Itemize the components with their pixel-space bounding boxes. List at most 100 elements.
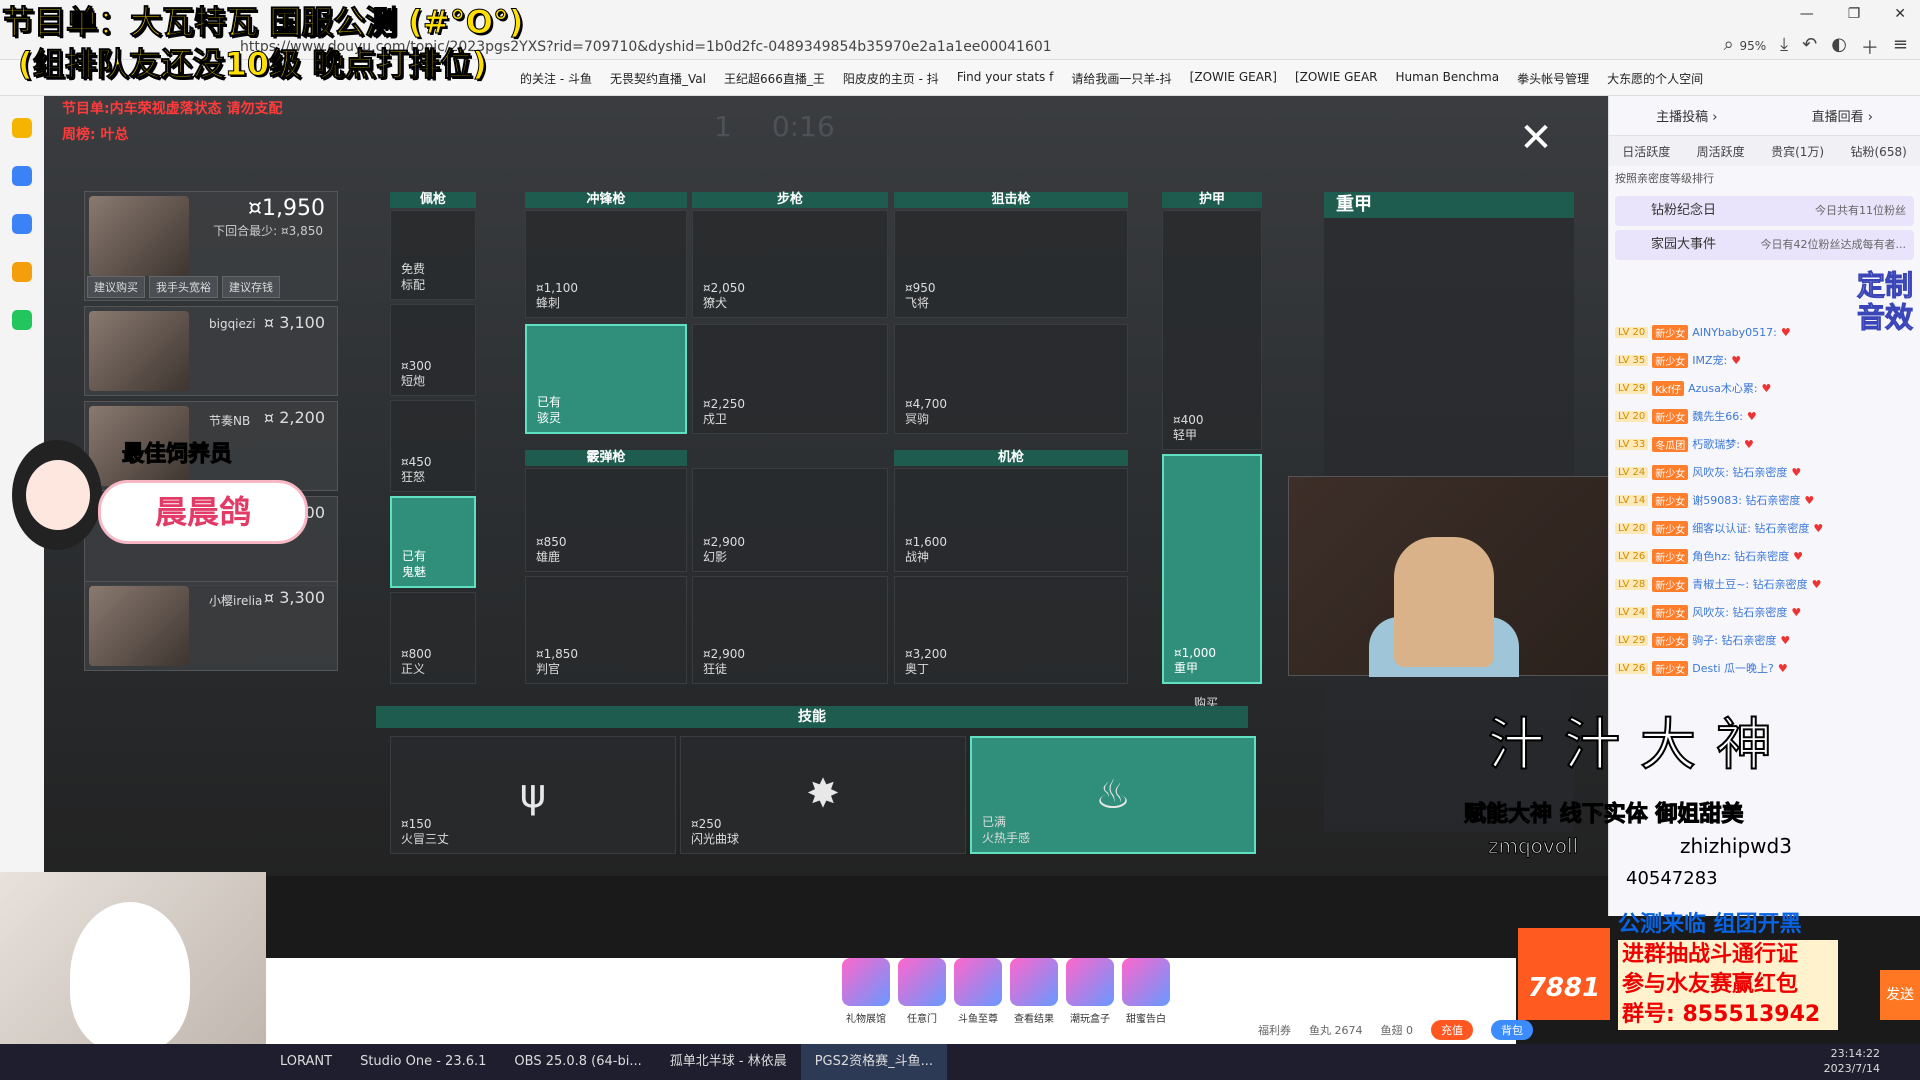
weapon-guardian[interactable]: ¤2,250 戍卫 [692,324,888,434]
ad-logo[interactable]: 7881 [1518,928,1610,1020]
chat-user[interactable]: 谢59083: 钻石亲密度 [1692,492,1800,508]
weapon-stinger[interactable]: ¤1,100 蜂刺 [525,210,687,318]
weapon-operator[interactable]: ¤4,700 冥驹 [894,324,1128,434]
bookmark-item[interactable]: Find your stats f [957,70,1054,94]
send-button[interactable]: 发送 [1880,970,1920,1020]
overlay-title-1: 节目单：大瓦特瓦 国服公测 (#°O°) [2,3,525,42]
weapon-spectre[interactable]: 已有 骇灵 [525,324,687,434]
weapon-price: ¤1,100 [536,281,578,295]
tab-vip[interactable]: 贵宾(1万) [1771,143,1824,160]
heart-icon: ♥ [1804,493,1815,507]
suggest-buy-button[interactable]: 建议购买 [87,276,145,298]
bookmark-item[interactable]: 的关注 - 斗鱼 [520,70,592,94]
replay-link[interactable]: 直播回看 › [1812,106,1873,125]
gift-icon[interactable] [1122,958,1170,1006]
tab-diamond[interactable]: 钻粉(658) [1851,143,1907,160]
theme-icon[interactable]: ◐ [1831,34,1847,60]
tab-weekly[interactable]: 周活跃度 [1697,143,1745,160]
zoom-icon[interactable]: ⌕ 95% [1724,34,1766,60]
star-icon[interactable] [12,118,32,138]
weapon-vandal[interactable]: ¤2,900 狂徒 [692,576,888,684]
chat-user[interactable]: 魏先生66: [1692,408,1743,424]
wechat-icon[interactable] [12,310,32,330]
download-icon[interactable]: ⤓ [1780,34,1788,60]
chat-user[interactable]: AINYbaby0517: [1692,326,1777,339]
rank-hint: 按照亲密度等级排行 [1615,172,1714,185]
custom-sound-promo[interactable]: 定制音效 [1850,269,1920,370]
taskbar-item[interactable]: OBS 25.0.8 (64-bi... [500,1044,655,1080]
bookmark-item[interactable]: 请给我画一只羊-抖 [1071,70,1171,94]
bookmark-item[interactable]: 无畏契约直播_Val [610,70,706,94]
bookmark-item[interactable]: [ZOWIE GEAR] [1190,70,1277,94]
bookmark-item[interactable]: 王纪超666直播_王 [724,70,825,94]
search-icon[interactable] [12,262,32,282]
uploads-link[interactable]: 主播投稿 › [1656,106,1717,125]
banner-right: 今日共有11位粉丝 [1815,204,1906,217]
bookmark-item[interactable]: 拳头帐号管理 [1517,70,1589,94]
chat-user[interactable]: 青椒土豆~: 钻石亲密度 [1692,576,1807,592]
weapon-ares[interactable]: ¤1,600 战神 [894,468,1128,572]
gift-icon[interactable] [842,958,890,1006]
charge-button[interactable]: 充值 [1431,1020,1473,1040]
taskbar-item[interactable]: Studio One - 23.6.1 [346,1044,500,1080]
bookmark-item[interactable]: [ZOWIE GEAR [1295,70,1378,94]
weapon-bucky[interactable]: ¤850 雄鹿 [525,468,687,572]
armor-heavy[interactable]: ¤1,000 重甲 [1162,454,1262,684]
undo-icon[interactable]: ↶ [1802,34,1817,60]
save-button[interactable]: 建议存钱 [222,276,280,298]
weapon-price: 已有 [537,395,562,409]
tab-daily[interactable]: 日活跃度 [1622,143,1670,160]
tool-icon[interactable] [12,214,32,234]
chat-panel: 主播投稿 › 直播回看 › 日活跃度 周活跃度 贵宾(1万) 钻粉(658) 按… [1608,96,1920,916]
weapon-classic[interactable]: 免费 标配 [390,210,476,300]
ability-1[interactable]: ψ ¤150 火冒三丈 [390,736,676,854]
gift-icon[interactable] [1010,958,1058,1006]
gift-icon[interactable] [1066,958,1114,1006]
chat-user[interactable]: IMZ宠: [1692,352,1727,368]
cloud-icon[interactable] [12,166,32,186]
signature-id-1: zmqovoll [1487,834,1579,859]
weapon-sheriff[interactable]: ¤800 正义 [390,592,476,684]
taskbar-item-active[interactable]: PGS2资格赛_斗鱼... [800,1044,948,1080]
menu-icon[interactable]: ≡ [1893,34,1908,60]
banner-anniversary[interactable]: 钻粉纪念日 今日共有11位粉丝 [1615,196,1914,226]
new-tab-icon[interactable]: ＋ [1861,34,1879,60]
chat-user[interactable]: 风吹灰: 钻石亲密度 [1692,464,1787,480]
chat-user[interactable]: 风吹灰: 钻石亲密度 [1692,604,1787,620]
banner-event[interactable]: 家园大事件 今日有42位粉丝达成每有者... [1615,230,1914,260]
minimize-icon[interactable]: — [1800,6,1814,22]
taskbar-item[interactable]: LORANT [266,1044,346,1080]
weapon-phantom[interactable]: ¤2,900 幻影 [692,468,888,572]
close-icon[interactable]: ✕ [1514,116,1558,160]
chat-user[interactable]: 驹子: 钻石亲密度 [1692,632,1776,648]
bookmark-item[interactable]: Human Benchma [1396,70,1500,94]
weapon-shorty[interactable]: ¤300 短炮 [390,304,476,396]
taskbar-item[interactable]: 孤单北半球 - 林依晨 [656,1044,801,1080]
chat-user[interactable]: 朽歌瑞梦: [1692,436,1740,452]
gift-icon[interactable] [898,958,946,1006]
gift-icon[interactable] [954,958,1002,1006]
rich-button[interactable]: 我手头宽裕 [149,276,218,298]
weapon-marshal[interactable]: ¤950 飞将 [894,210,1128,318]
clock-time: 23:14:22 [1830,1047,1880,1060]
armor-light[interactable]: ¤400 轻甲 [1162,210,1262,450]
chat-user[interactable]: Azusa木心累: [1688,380,1757,396]
armor-name: 重甲 [1174,661,1199,675]
bag-button[interactable]: 背包 [1491,1020,1533,1040]
chat-user[interactable]: Desti 瓜一晚上? [1692,660,1774,676]
weapon-bulldog[interactable]: ¤2,050 獠犬 [692,210,888,318]
weapon-odin[interactable]: ¤3,200 奥丁 [894,576,1128,684]
chat-user[interactable]: 角色hz: 钻石亲密度 [1692,548,1789,564]
ability-2[interactable]: ✸ ¤250 闪光曲球 [680,736,966,854]
close-window-icon[interactable]: ✕ [1894,6,1906,22]
weapon-judge[interactable]: ¤1,850 判官 [525,576,687,684]
chat-user[interactable]: 细客以认证: 钻石亲密度 [1692,520,1809,536]
restore-icon[interactable]: ❐ [1848,6,1861,22]
weapon-frenzy[interactable]: ¤450 狂怒 [390,400,476,492]
system-clock[interactable]: 23:14:22 2023/7/14 [1824,1046,1880,1076]
weapon-ghost[interactable]: 已有 鬼魅 [390,496,476,588]
bookmark-item[interactable]: 阳皮皮的主页 - 抖 [843,70,939,94]
bookmark-item[interactable]: 大东愿的个人空间 [1607,70,1703,94]
coupon[interactable]: 福利券 [1258,1022,1291,1038]
ability-3[interactable]: ♨ 已满 火热手感 [970,736,1256,854]
